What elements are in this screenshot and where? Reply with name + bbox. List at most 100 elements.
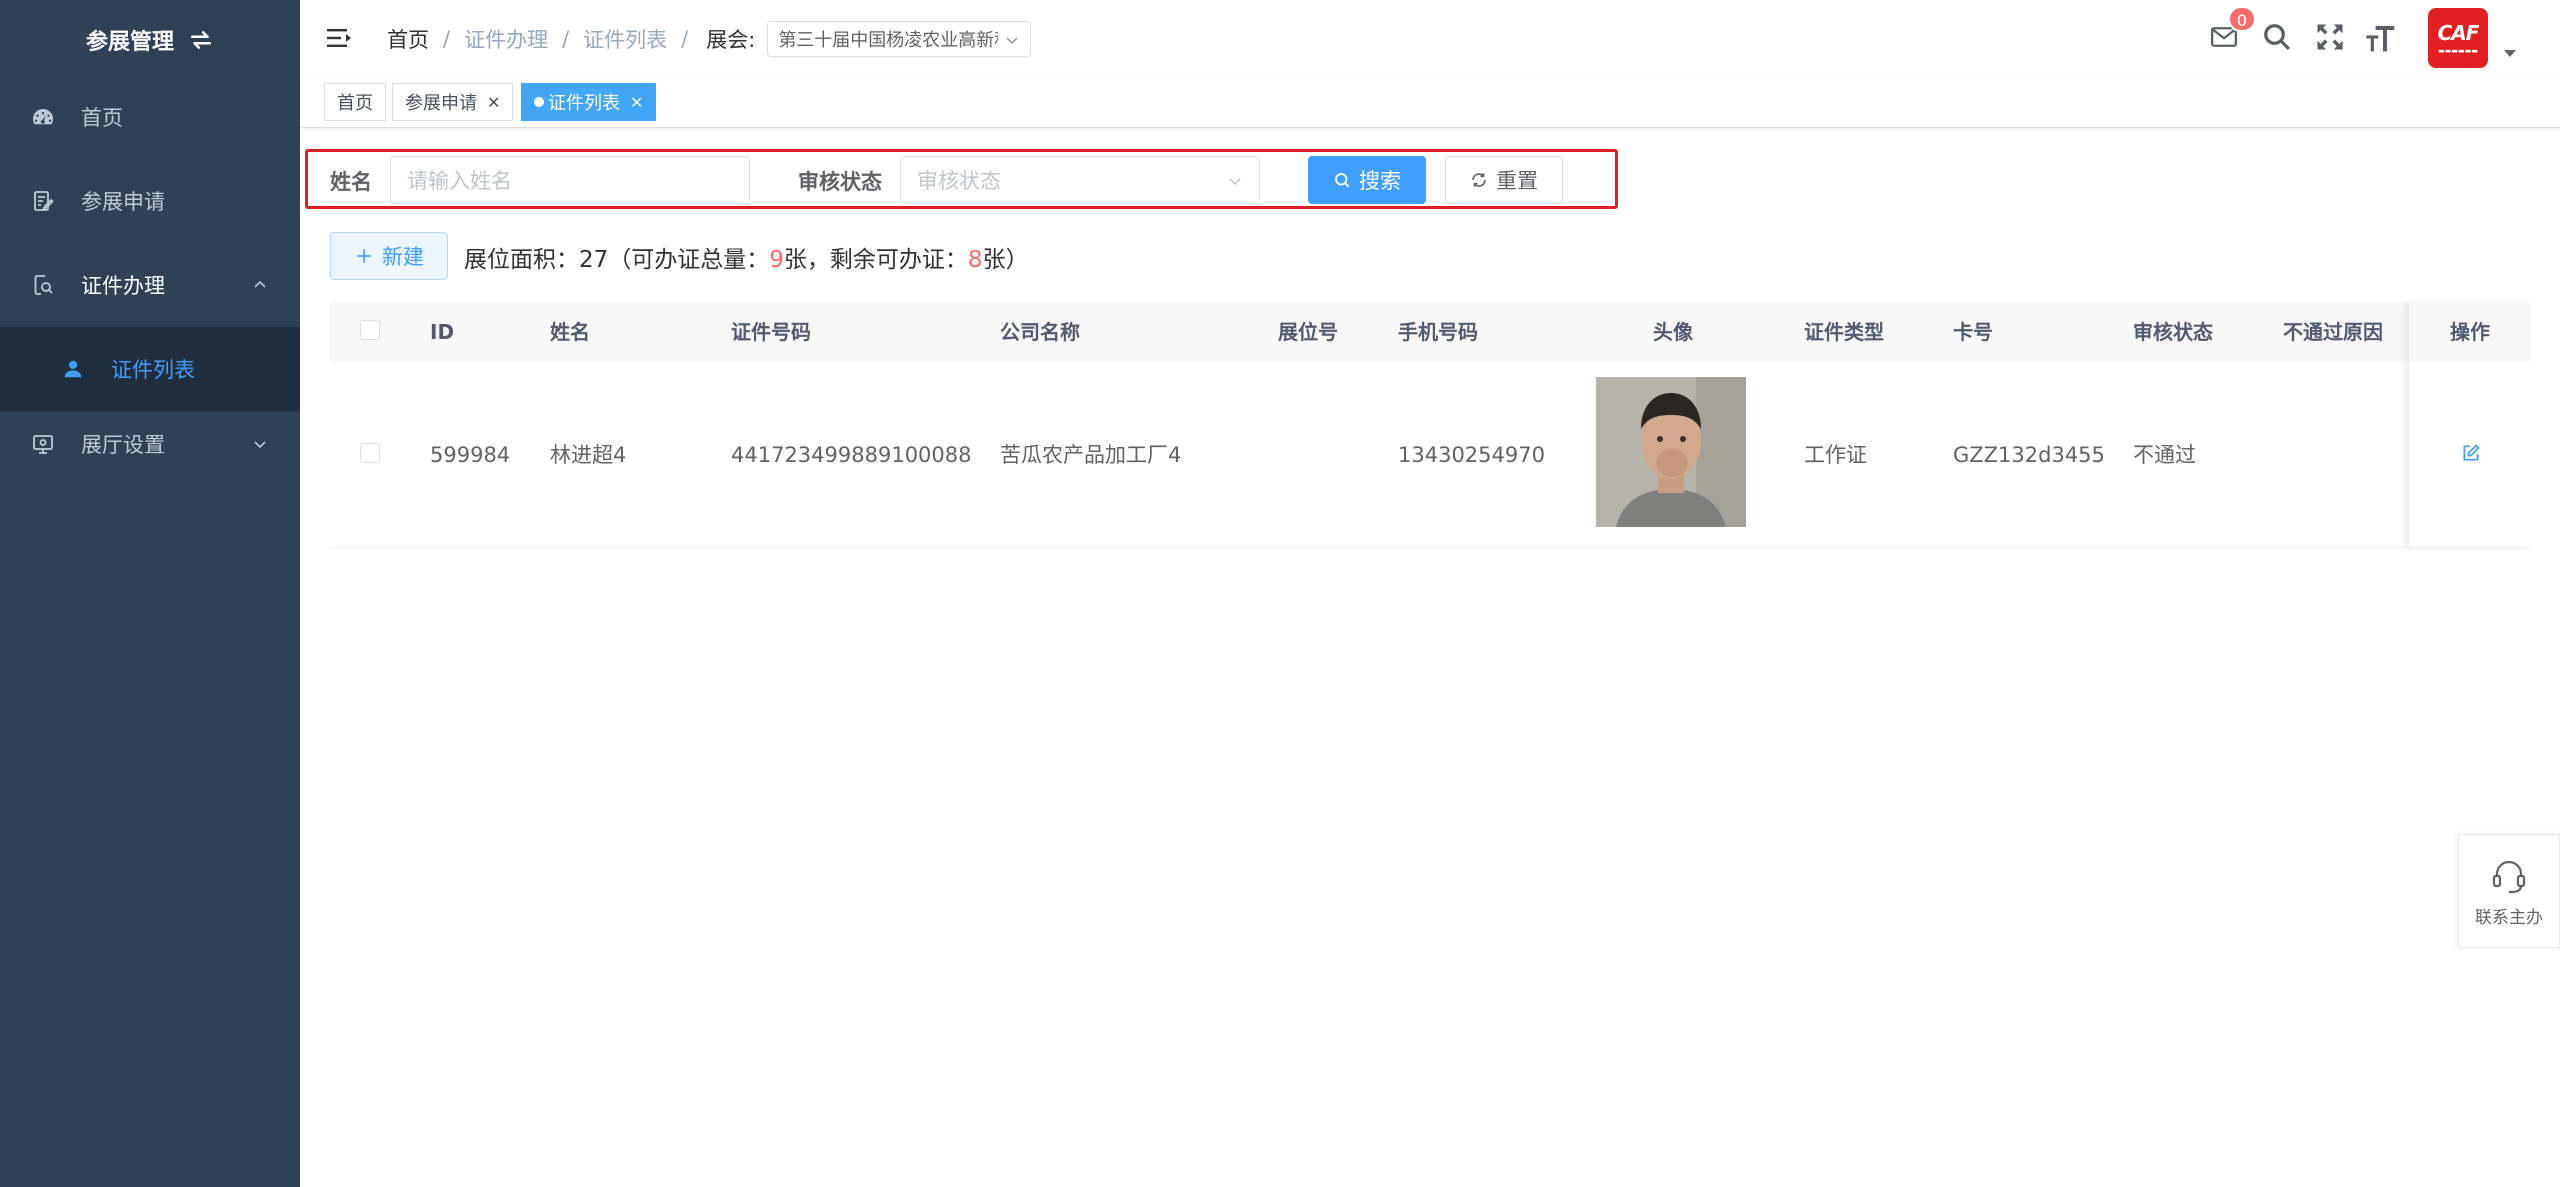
refresh-icon	[1472, 173, 1486, 187]
col-header-photo: 头像	[1653, 320, 1693, 344]
avatar[interactable]: CAF ▬▬▬▬▬▬	[2428, 8, 2488, 68]
caret-down-icon[interactable]	[2504, 50, 2516, 57]
new-button[interactable]: 新建	[330, 232, 448, 280]
name-label: 姓名	[330, 170, 372, 194]
cell-phone: 13430254970	[1398, 443, 1545, 467]
status-select-placeholder: 审核状态	[917, 169, 1001, 193]
summary-suffix: 张）	[982, 247, 1029, 273]
col-header-cert-no: 证件号码	[731, 320, 811, 344]
font-size-icon[interactable]	[2365, 22, 2397, 54]
col-header-booth: 展位号	[1278, 320, 1338, 344]
monitor-icon	[30, 431, 56, 457]
switch-icon[interactable]	[188, 27, 214, 53]
breadcrumb-separator: /	[562, 27, 570, 51]
select-all-checkbox[interactable]	[360, 320, 380, 340]
headset-icon	[2492, 860, 2526, 893]
sidebar-item-apply[interactable]: 参展申请	[0, 159, 300, 243]
avatar-photo[interactable]	[1596, 377, 1746, 527]
cell-cert-no: 441723499889100088	[731, 443, 972, 467]
close-icon[interactable]: ✕	[630, 93, 643, 112]
tag-label: 首页	[337, 93, 373, 114]
tag-home[interactable]: 首页	[324, 83, 386, 121]
sidebar-item-certificates[interactable]: 证件办理	[0, 243, 300, 327]
breadcrumb-separator: /	[443, 27, 451, 51]
actions-column: 操作	[2408, 302, 2531, 548]
table-row: 599984 林进超4 441723499889100088 苦瓜农产品加工厂4…	[330, 362, 2530, 548]
col-header-cert-type: 证件类型	[1804, 320, 1884, 344]
search-document-icon	[30, 272, 56, 298]
tag-label: 参展申请	[405, 93, 477, 114]
hamburger-icon[interactable]	[325, 24, 353, 52]
edit-document-icon	[30, 188, 56, 214]
reset-button[interactable]: 重置	[1445, 156, 1563, 204]
summary-mid: 张，剩余可办证：	[783, 247, 968, 273]
sidebar-item-label: 证件列表	[111, 358, 195, 382]
col-header-status: 审核状态	[2133, 320, 2213, 344]
breadcrumb-home[interactable]: 首页	[387, 24, 429, 54]
mail-badge: 0	[2228, 6, 2256, 32]
breadcrumb: 首页 / 证件办理 / 证件列表 / 展会: 第三十届中国杨凌农业高新科技成果博…	[387, 21, 1032, 57]
col-header-id: ID	[430, 320, 455, 344]
contact-label: 联系主办	[2475, 907, 2543, 928]
breadcrumb-certificate-list: 证件列表	[583, 28, 668, 52]
col-header-actions: 操作	[2450, 320, 2490, 344]
sidebar-header: 参展管理	[0, 0, 300, 80]
chevron-down-icon	[1229, 178, 1241, 186]
breadcrumb-separator: /	[681, 27, 689, 51]
dashboard-icon	[30, 104, 56, 130]
edit-icon[interactable]	[2461, 443, 2481, 463]
sidebar-item-certificate-list[interactable]: 证件列表	[0, 327, 300, 411]
contact-organizer-button[interactable]: 联系主办	[2458, 834, 2560, 948]
chevron-up-icon	[254, 280, 266, 288]
row-checkbox[interactable]	[360, 443, 380, 463]
name-input[interactable]: 请输入姓名	[390, 156, 750, 204]
booth-summary: 展位面积：27（可办证总量：9张，剩余可办证：8张）	[464, 240, 1029, 274]
name-input-placeholder: 请输入姓名	[407, 169, 512, 193]
sidebar-item-home[interactable]: 首页	[0, 75, 300, 159]
breadcrumb-certificates[interactable]: 证件办理	[464, 24, 548, 54]
expo-select[interactable]: 第三十届中国杨凌农业高新科技成果博览会	[767, 21, 1032, 57]
col-header-reason: 不通过原因	[2283, 320, 2383, 344]
tag-apply[interactable]: 参展申请 ✕	[392, 83, 514, 121]
sidebar-item-label: 展厅设置	[81, 433, 165, 457]
status-label: 审核状态	[798, 170, 882, 194]
logo-text: CAF	[2437, 21, 2480, 45]
sidebar-item-label: 参展申请	[81, 190, 165, 214]
tag-certificate-list[interactable]: 证件列表 ✕	[521, 83, 657, 121]
close-icon[interactable]: ✕	[487, 93, 500, 112]
sidebar-item-label: 首页	[81, 106, 123, 130]
cell-status: 不通过	[2133, 443, 2196, 467]
chevron-down-icon	[254, 441, 266, 449]
sidebar-title: 参展管理	[85, 30, 174, 55]
col-header-company: 公司名称	[1000, 320, 1080, 344]
col-header-card-no: 卡号	[1953, 320, 1993, 344]
cell-company: 苦瓜农产品加工厂4	[1000, 443, 1182, 467]
col-header-name: 姓名	[550, 320, 590, 344]
active-dot	[534, 97, 544, 107]
summary-prefix: 展位面积：27（可办证总量：	[464, 247, 770, 273]
search-icon[interactable]	[2262, 22, 2292, 52]
total-count: 9	[769, 247, 784, 273]
search-icon	[1335, 173, 1350, 188]
col-header-phone: 手机号码	[1398, 320, 1478, 344]
reset-button-label: 重置	[1496, 169, 1538, 193]
status-select[interactable]: 审核状态	[900, 156, 1260, 204]
sidebar: 参展管理 首页 参展申请 证件办理 证件列表 展厅设置	[0, 0, 300, 1187]
sidebar-item-label: 证件办理	[81, 274, 165, 298]
tags-view: 首页 参展申请 ✕ 证件列表 ✕	[300, 78, 2560, 128]
search-button-label: 搜索	[1359, 169, 1401, 193]
logo-subtext-decor: ▬▬▬▬▬▬	[2438, 47, 2478, 55]
cell-name: 林进超4	[550, 443, 627, 467]
new-button-label: 新建	[382, 245, 424, 269]
tag-label: 证件列表	[548, 93, 620, 114]
search-button[interactable]: 搜索	[1308, 156, 1426, 204]
expo-label: 展会:	[706, 28, 756, 52]
fullscreen-icon[interactable]	[2315, 22, 2345, 52]
remaining-count: 8	[967, 247, 983, 273]
plus-icon	[357, 249, 371, 263]
sidebar-item-hall-settings[interactable]: 展厅设置	[0, 402, 300, 486]
user-icon	[60, 356, 86, 382]
cell-card-no: GZZ132d3455	[1953, 443, 2105, 467]
cell-cert-type: 工作证	[1804, 443, 1867, 467]
chevron-down-icon	[1006, 37, 1018, 45]
